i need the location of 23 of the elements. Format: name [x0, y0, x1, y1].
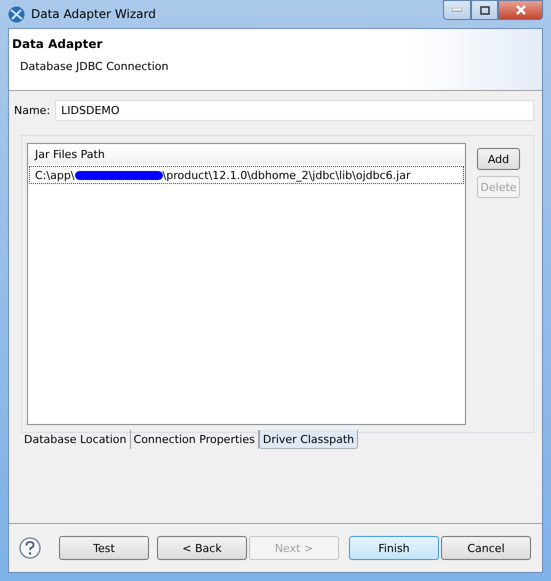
finish-button[interactable]: Finish	[349, 536, 439, 560]
app-logo-icon	[8, 6, 25, 22]
close-icon	[514, 5, 526, 15]
page-title: Data Adapter	[12, 37, 102, 51]
window-title: Data Adapter Wizard	[31, 7, 156, 21]
cancel-button[interactable]: Cancel	[441, 536, 531, 560]
name-label: Name:	[14, 104, 50, 117]
list-row[interactable]: C:\app\ \product\12.1.0\dbhome_2\jdbc\lib\ojdbc6.jar	[29, 166, 464, 184]
add-button[interactable]: Add	[477, 148, 520, 170]
back-button[interactable]: < Back	[157, 536, 247, 560]
minimize-button[interactable]	[443, 0, 471, 20]
name-field[interactable]: LIDSDEMO	[55, 100, 534, 121]
path-text: C:\app\	[35, 168, 75, 182]
page-subtitle: Database JDBC Connection	[20, 60, 168, 73]
help-icon[interactable]	[19, 537, 41, 559]
minimize-icon	[452, 8, 462, 12]
tab[interactable]: Driver Classpath	[258, 430, 358, 449]
tab[interactable]: Database Location	[21, 430, 131, 449]
maximize-button[interactable]	[471, 0, 498, 20]
maximize-icon	[480, 6, 490, 14]
path-text: \product\12.1.0\dbhome_2\jdbc\lib\ojdbc6.jar	[162, 168, 410, 182]
test-button[interactable]: Test	[59, 536, 149, 560]
close-button[interactable]	[498, 0, 543, 20]
